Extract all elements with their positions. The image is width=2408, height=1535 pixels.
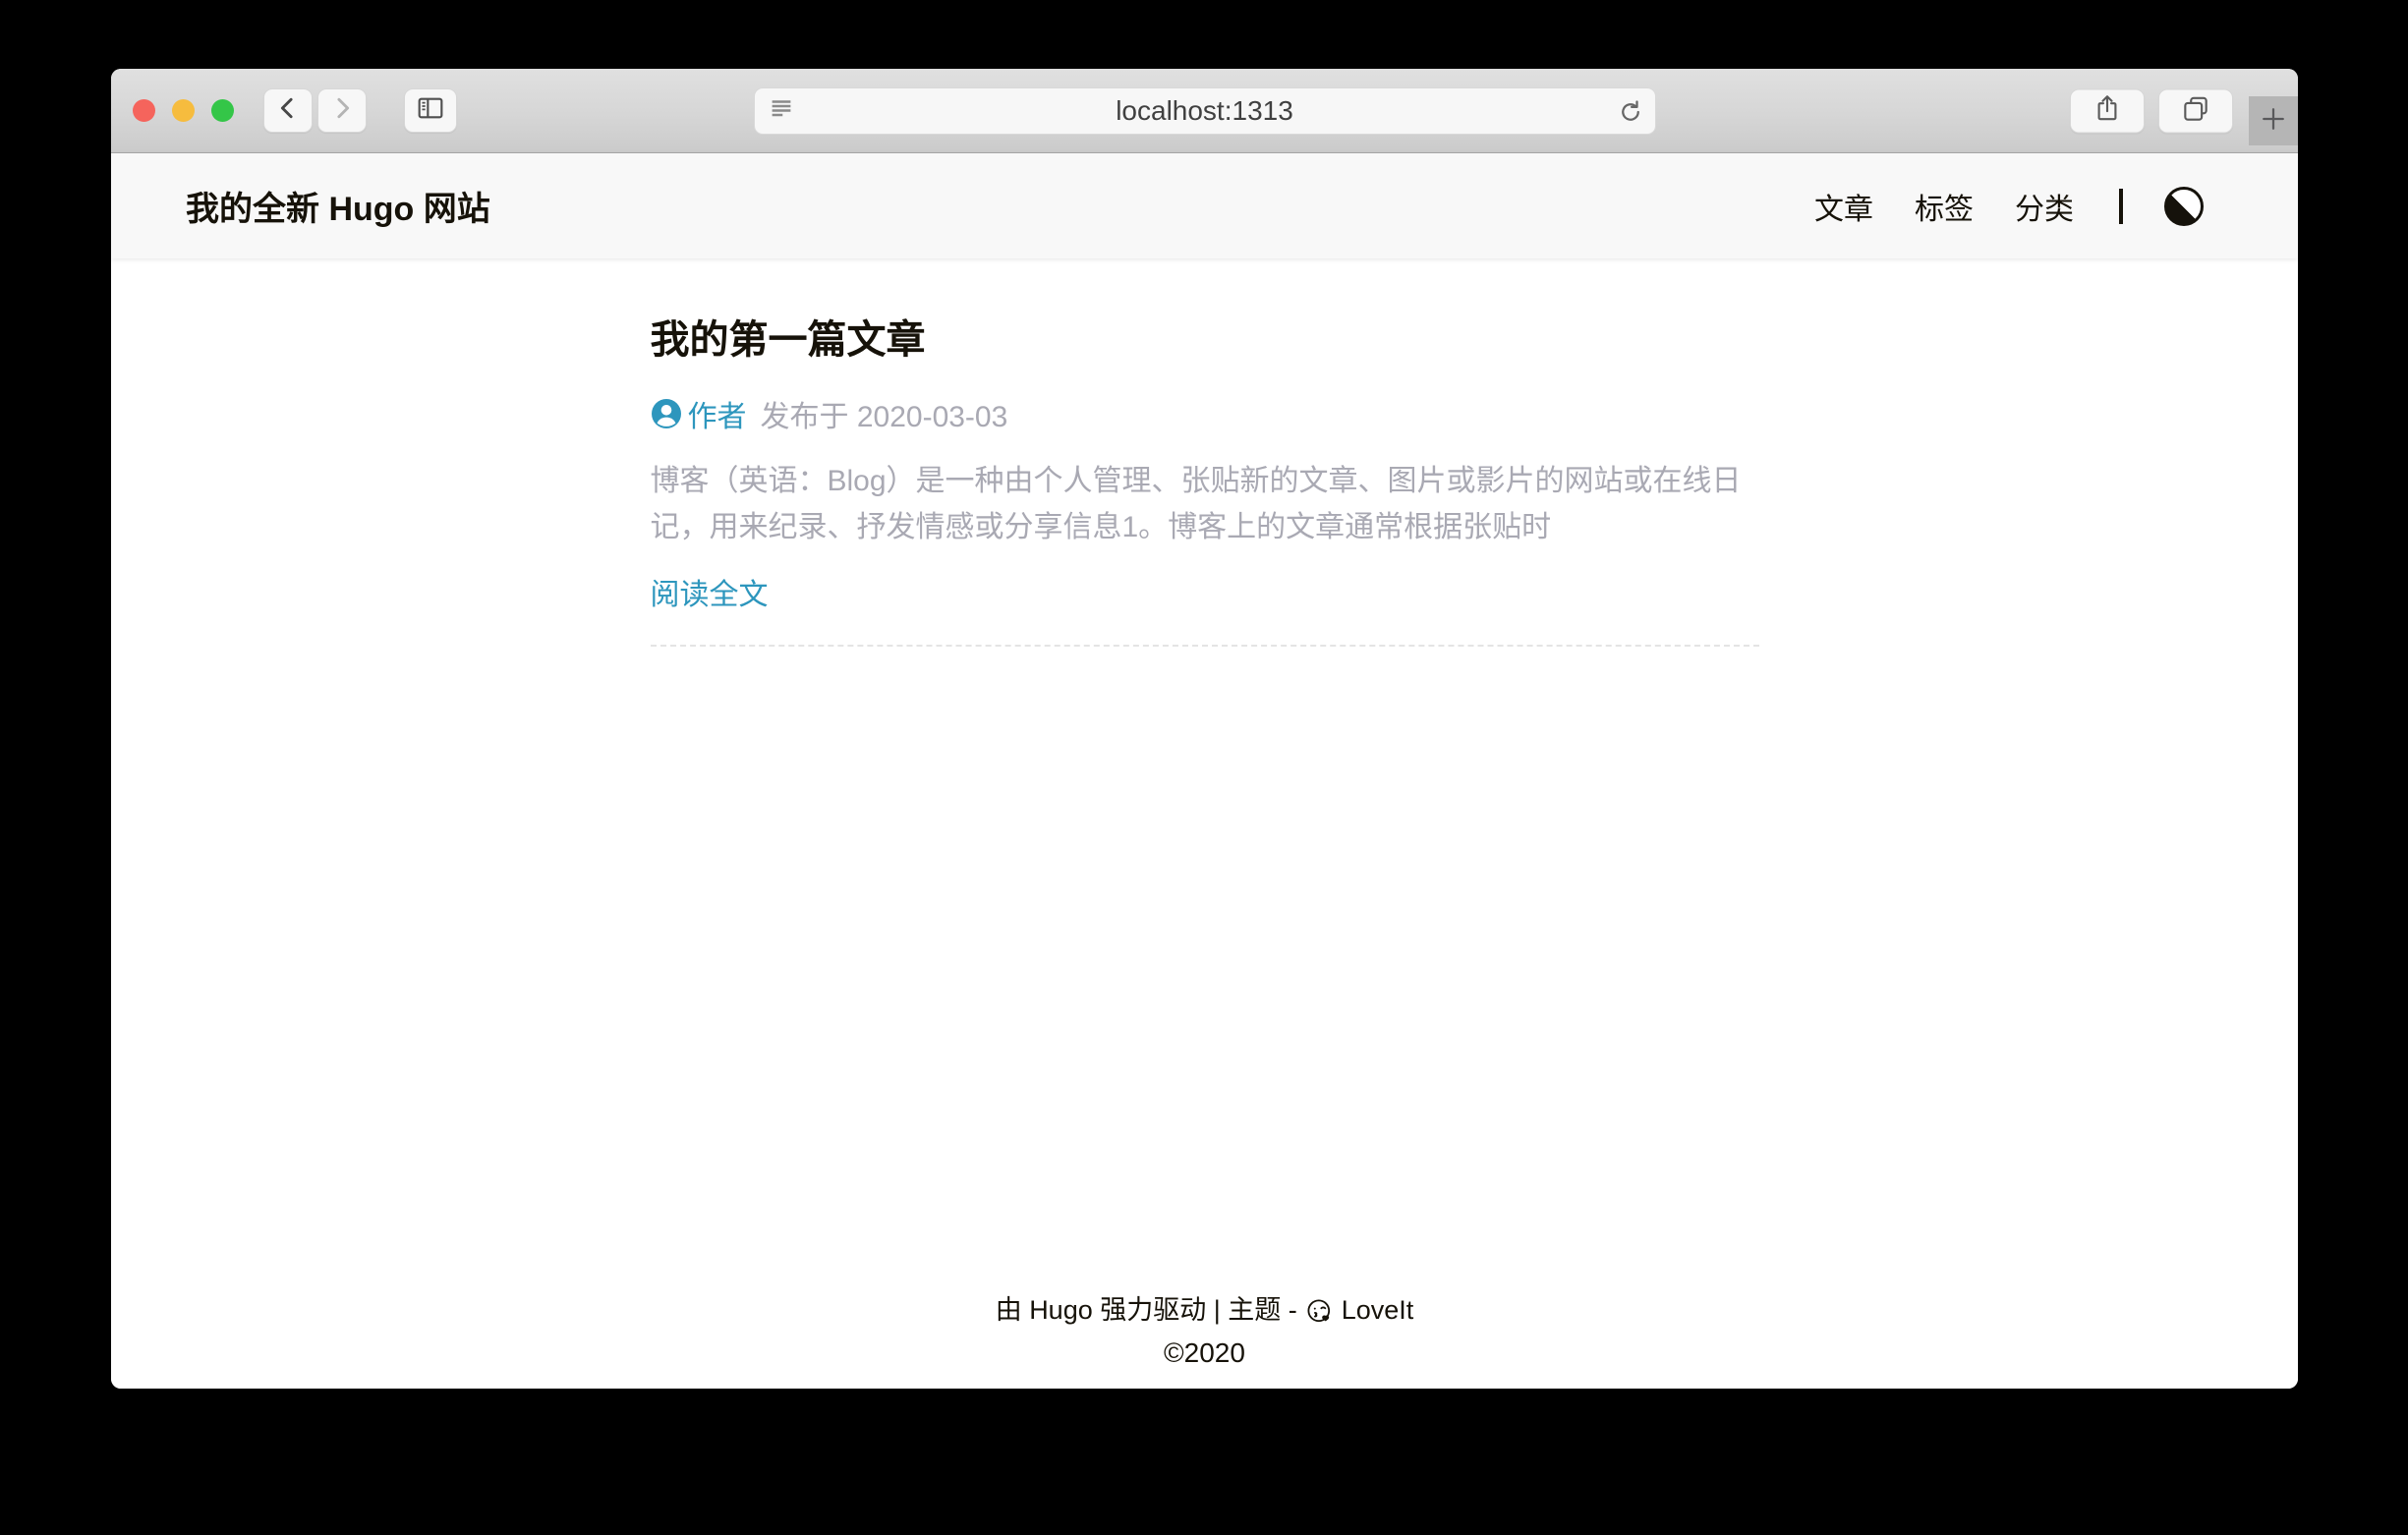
- sidebar-toggle-button[interactable]: [404, 88, 457, 133]
- author-link[interactable]: 作者: [651, 392, 747, 435]
- main-content: 我的第一篇文章 作者 发布于 2020-03-03 博客（英语：Blog）是一种…: [111, 258, 2298, 1389]
- forward-button[interactable]: [317, 88, 367, 133]
- publish-date: 发布于 2020-03-03: [761, 392, 1008, 435]
- user-circle-icon: [651, 398, 682, 429]
- site-title-link[interactable]: 我的全新 Hugo 网站: [186, 182, 490, 230]
- author-name: 作者: [688, 392, 747, 435]
- window-controls: [133, 99, 234, 122]
- nav-item-tags[interactable]: 标签: [1915, 185, 1974, 228]
- share-icon: [2092, 92, 2123, 129]
- url-text[interactable]: localhost:1313: [814, 95, 1596, 127]
- nav-item-categories[interactable]: 分类: [2015, 185, 2074, 228]
- site-nav: 文章 标签 分类: [1814, 185, 2204, 228]
- show-all-tabs-button[interactable]: [2158, 88, 2233, 133]
- nav-separator: [2119, 189, 2123, 224]
- plus-icon: [2256, 101, 2291, 142]
- browser-toolbar: localhost:1313: [111, 69, 2298, 153]
- tabs-overview-icon: [2180, 92, 2211, 129]
- site-footer: 由 Hugo 强力驱动 | 主题 - LoveIt ©2020: [111, 1288, 2298, 1389]
- read-more-link[interactable]: 阅读全文: [651, 570, 769, 613]
- sidebar-icon: [415, 92, 446, 129]
- zoom-button[interactable]: [211, 99, 234, 122]
- post-summary-card: 我的第一篇文章 作者 发布于 2020-03-03 博客（英语：Blog）是一种…: [651, 258, 1759, 647]
- close-button[interactable]: [133, 99, 155, 122]
- chevron-right-icon: [327, 93, 357, 128]
- new-tab-button[interactable]: [2249, 96, 2298, 145]
- post-title[interactable]: 我的第一篇文章: [651, 308, 1759, 365]
- browser-window: localhost:1313: [111, 69, 2298, 1389]
- theme-toggle-icon[interactable]: [2164, 187, 2204, 226]
- site-header: 我的全新 Hugo 网站 文章 标签 分类: [111, 153, 2298, 258]
- reader-view-icon[interactable]: [767, 93, 796, 128]
- empty-space: [111, 647, 2298, 1288]
- chevron-left-icon: [273, 93, 303, 128]
- footer-prefix-text: 由 Hugo 强力驱动 | 主题 -: [996, 1288, 1297, 1332]
- nav-item-posts[interactable]: 文章: [1814, 185, 1873, 228]
- kiss-wink-heart-icon: [1305, 1297, 1334, 1326]
- back-button[interactable]: [263, 88, 313, 133]
- web-page: 我的全新 Hugo 网站 文章 标签 分类 我的第一篇文章: [111, 153, 2298, 1389]
- post-summary-text: 博客（英语：Blog）是一种由个人管理、张贴新的文章、图片或影片的网站或在线日记…: [651, 459, 1759, 550]
- address-bar[interactable]: localhost:1313: [754, 87, 1656, 135]
- theme-link[interactable]: LoveIt: [1342, 1288, 1414, 1332]
- copyright-text: ©2020: [111, 1332, 2298, 1375]
- reload-icon[interactable]: [1616, 97, 1645, 132]
- post-meta: 作者 发布于 2020-03-03: [651, 392, 1759, 435]
- minimize-button[interactable]: [172, 99, 195, 122]
- share-button[interactable]: [2070, 88, 2145, 133]
- footer-powered-by: 由 Hugo 强力驱动 | 主题 - LoveIt: [111, 1288, 2298, 1332]
